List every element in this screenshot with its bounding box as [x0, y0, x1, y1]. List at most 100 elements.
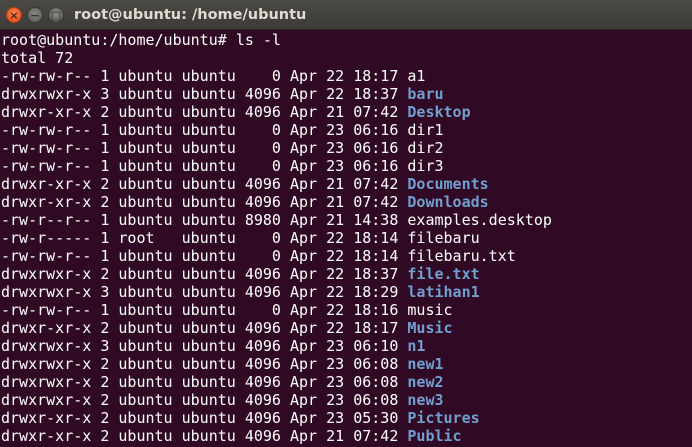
file-group: ubuntu: [181, 283, 236, 301]
file-date: Apr 22 18:14: [290, 247, 399, 265]
command-text: ls -l: [235, 31, 281, 49]
file-date: Apr 23 06:16: [290, 139, 399, 157]
file-date: Apr 23 06:08: [290, 391, 399, 409]
link-count: 2: [100, 319, 110, 337]
listing-row: drwxr-xr-x 2 ubuntu ubuntu 4096 Apr 21 0…: [1, 175, 691, 193]
maximize-icon[interactable]: □: [48, 7, 64, 23]
file-size: 4096: [244, 175, 281, 193]
directory-name: baru: [407, 85, 444, 103]
file-owner: ubuntu: [118, 319, 173, 337]
link-count: 1: [100, 67, 110, 85]
shell-prompt: root@ubuntu:/home/ubuntu#: [1, 31, 236, 49]
minimize-icon[interactable]: −: [27, 7, 43, 23]
file-permissions: drwxrwxr-x: [1, 265, 92, 283]
link-count: 1: [100, 247, 110, 265]
file-date: Apr 22 18:29: [290, 283, 399, 301]
directory-name: new3: [407, 391, 444, 409]
listing-row: drwxr-xr-x 2 ubuntu ubuntu 4096 Apr 23 0…: [1, 409, 691, 427]
file-date: Apr 22 18:17: [290, 67, 399, 85]
file-permissions: -rw-r--r--: [1, 211, 92, 229]
link-count: 3: [100, 337, 110, 355]
file-group: ubuntu: [181, 85, 236, 103]
file-name: a1: [407, 67, 426, 85]
file-group: ubuntu: [181, 211, 236, 229]
file-date: Apr 23 05:30: [290, 409, 399, 427]
file-owner: ubuntu: [118, 139, 173, 157]
listing-row: -rw-rw-r-- 1 ubuntu ubuntu 0 Apr 22 18:1…: [1, 301, 691, 319]
file-owner: ubuntu: [118, 85, 173, 103]
file-permissions: drwxrwxr-x: [1, 337, 92, 355]
file-date: Apr 23 06:16: [290, 121, 399, 139]
file-date: Apr 23 06:16: [290, 157, 399, 175]
file-owner: ubuntu: [118, 265, 173, 283]
file-permissions: drwxr-xr-x: [1, 427, 92, 445]
directory-name: Pictures: [407, 409, 480, 427]
file-size: 8980: [244, 211, 281, 229]
window-title: root@ubuntu: /home/ubuntu: [74, 7, 307, 23]
directory-name: file.txt: [407, 265, 480, 283]
file-group: ubuntu: [181, 157, 236, 175]
file-group: ubuntu: [181, 175, 236, 193]
terminal-window: × − □ root@ubuntu: /home/ubuntu root@ubu…: [0, 0, 692, 447]
listing-row: -rw-rw-r-- 1 ubuntu ubuntu 0 Apr 22 18:1…: [1, 247, 691, 265]
file-owner: ubuntu: [118, 157, 173, 175]
file-owner: ubuntu: [118, 391, 173, 409]
file-date: Apr 22 18:16: [290, 301, 399, 319]
link-count: 1: [100, 157, 110, 175]
directory-name: latihan1: [407, 283, 480, 301]
file-size: 4096: [244, 409, 281, 427]
file-size: 0: [244, 301, 281, 319]
close-icon[interactable]: ×: [6, 7, 22, 23]
file-date: Apr 22 18:14: [290, 229, 399, 247]
file-permissions: drwxrwxr-x: [1, 355, 92, 373]
file-name: dir3: [407, 157, 444, 175]
file-group: ubuntu: [181, 337, 236, 355]
file-size: 0: [244, 121, 281, 139]
file-size: 4096: [244, 193, 281, 211]
file-owner: ubuntu: [118, 355, 173, 373]
file-name: filebaru.txt: [407, 247, 516, 265]
file-permissions: -rw-rw-r--: [1, 121, 92, 139]
link-count: 2: [100, 265, 110, 283]
listing-row: -rw-r--r-- 1 ubuntu ubuntu 8980 Apr 21 1…: [1, 211, 691, 229]
listing-row: drwxr-xr-x 2 ubuntu ubuntu 4096 Apr 21 0…: [1, 427, 691, 445]
title-bar[interactable]: × − □ root@ubuntu: /home/ubuntu: [0, 0, 692, 30]
command-line: root@ubuntu:/home/ubuntu# ls -l: [1, 31, 691, 49]
file-owner: ubuntu: [118, 337, 173, 355]
link-count: 2: [100, 391, 110, 409]
file-date: Apr 21 07:42: [290, 175, 399, 193]
directory-name: Documents: [407, 175, 489, 193]
listing-row: drwxrwxr-x 2 ubuntu ubuntu 4096 Apr 23 0…: [1, 373, 691, 391]
file-owner: ubuntu: [118, 121, 173, 139]
terminal-output[interactable]: root@ubuntu:/home/ubuntu# ls -l total 72…: [1, 31, 691, 447]
listing-row: drwxr-xr-x 2 ubuntu ubuntu 4096 Apr 22 1…: [1, 319, 691, 337]
file-owner: ubuntu: [118, 193, 173, 211]
listing-row: -rw-rw-r-- 1 ubuntu ubuntu 0 Apr 23 06:1…: [1, 157, 691, 175]
file-permissions: drwxr-xr-x: [1, 175, 92, 193]
listing-row: drwxrwxr-x 3 ubuntu ubuntu 4096 Apr 22 1…: [1, 283, 691, 301]
listing-row: drwxrwxr-x 3 ubuntu ubuntu 4096 Apr 22 1…: [1, 85, 691, 103]
file-date: Apr 23 06:08: [290, 355, 399, 373]
file-group: ubuntu: [181, 409, 236, 427]
file-date: Apr 22 18:37: [290, 265, 399, 283]
file-group: ubuntu: [181, 247, 236, 265]
file-date: Apr 21 14:38: [290, 211, 399, 229]
directory-name: Public: [407, 427, 462, 445]
file-name: examples.desktop: [407, 211, 552, 229]
link-count: 3: [100, 283, 110, 301]
file-owner: ubuntu: [118, 409, 173, 427]
file-group: ubuntu: [181, 103, 236, 121]
file-permissions: -rw-rw-r--: [1, 157, 92, 175]
file-size: 0: [244, 157, 281, 175]
listing-row: -rw-rw-r-- 1 ubuntu ubuntu 0 Apr 23 06:1…: [1, 139, 691, 157]
link-count: 2: [100, 193, 110, 211]
file-permissions: drwxrwxr-x: [1, 391, 92, 409]
link-count: 2: [100, 409, 110, 427]
file-owner: ubuntu: [118, 211, 173, 229]
link-count: 2: [100, 373, 110, 391]
file-group: ubuntu: [181, 229, 236, 247]
link-count: 1: [100, 121, 110, 139]
file-size: 0: [244, 67, 281, 85]
file-group: ubuntu: [181, 121, 236, 139]
file-size: 4096: [244, 283, 281, 301]
